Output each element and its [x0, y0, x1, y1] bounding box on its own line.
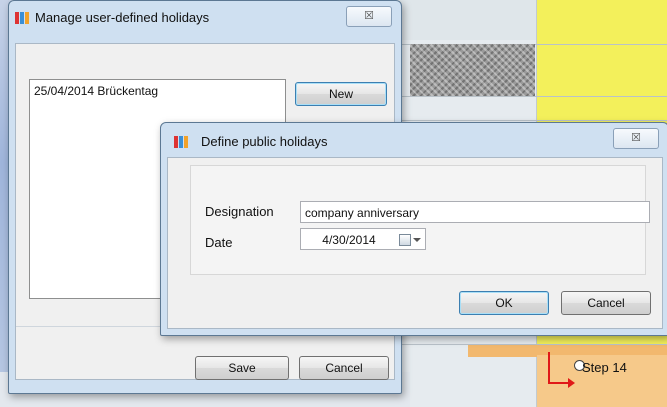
manage-dialog-titlebar[interactable]: Manage user-defined holidays ☒: [9, 1, 401, 31]
date-label: Date: [205, 235, 233, 250]
date-field[interactable]: 4/30/2014: [300, 228, 426, 250]
designation-label: Designation: [205, 204, 274, 219]
dependency-arrow-icon: [548, 352, 575, 388]
cancel-button[interactable]: Cancel: [561, 291, 651, 315]
gantt-nonworking-hatch: [410, 44, 535, 96]
gantt-highlight-column: [537, 0, 667, 44]
define-dialog-title: Define public holidays: [201, 134, 328, 149]
designation-field[interactable]: company anniversary: [300, 201, 650, 223]
gantt-grid-line: [400, 120, 667, 121]
date-value: 4/30/2014: [322, 233, 376, 247]
chevron-down-icon[interactable]: [413, 238, 421, 242]
close-icon[interactable]: ☒: [346, 6, 392, 27]
new-button[interactable]: New: [295, 82, 387, 106]
cancel-button[interactable]: Cancel: [299, 356, 389, 380]
gantt-step-label[interactable]: Step 14: [582, 360, 627, 375]
list-item[interactable]: 25/04/2014 Brückentag: [34, 84, 158, 98]
define-dialog-titlebar[interactable]: Define public holidays ☒: [161, 123, 667, 153]
ok-button[interactable]: OK: [459, 291, 549, 315]
define-holiday-dialog: Define public holidays ☒ Designation com…: [160, 122, 667, 336]
define-dialog-body: Designation company anniversary Date 4/3…: [167, 157, 663, 329]
app-icon: [174, 136, 188, 148]
app-icon: [15, 12, 29, 24]
save-button[interactable]: Save: [195, 356, 289, 380]
gantt-grid-line: [400, 96, 667, 97]
calendar-icon[interactable]: [399, 234, 411, 246]
close-icon[interactable]: ☒: [613, 128, 659, 149]
manage-dialog-title: Manage user-defined holidays: [35, 10, 210, 25]
